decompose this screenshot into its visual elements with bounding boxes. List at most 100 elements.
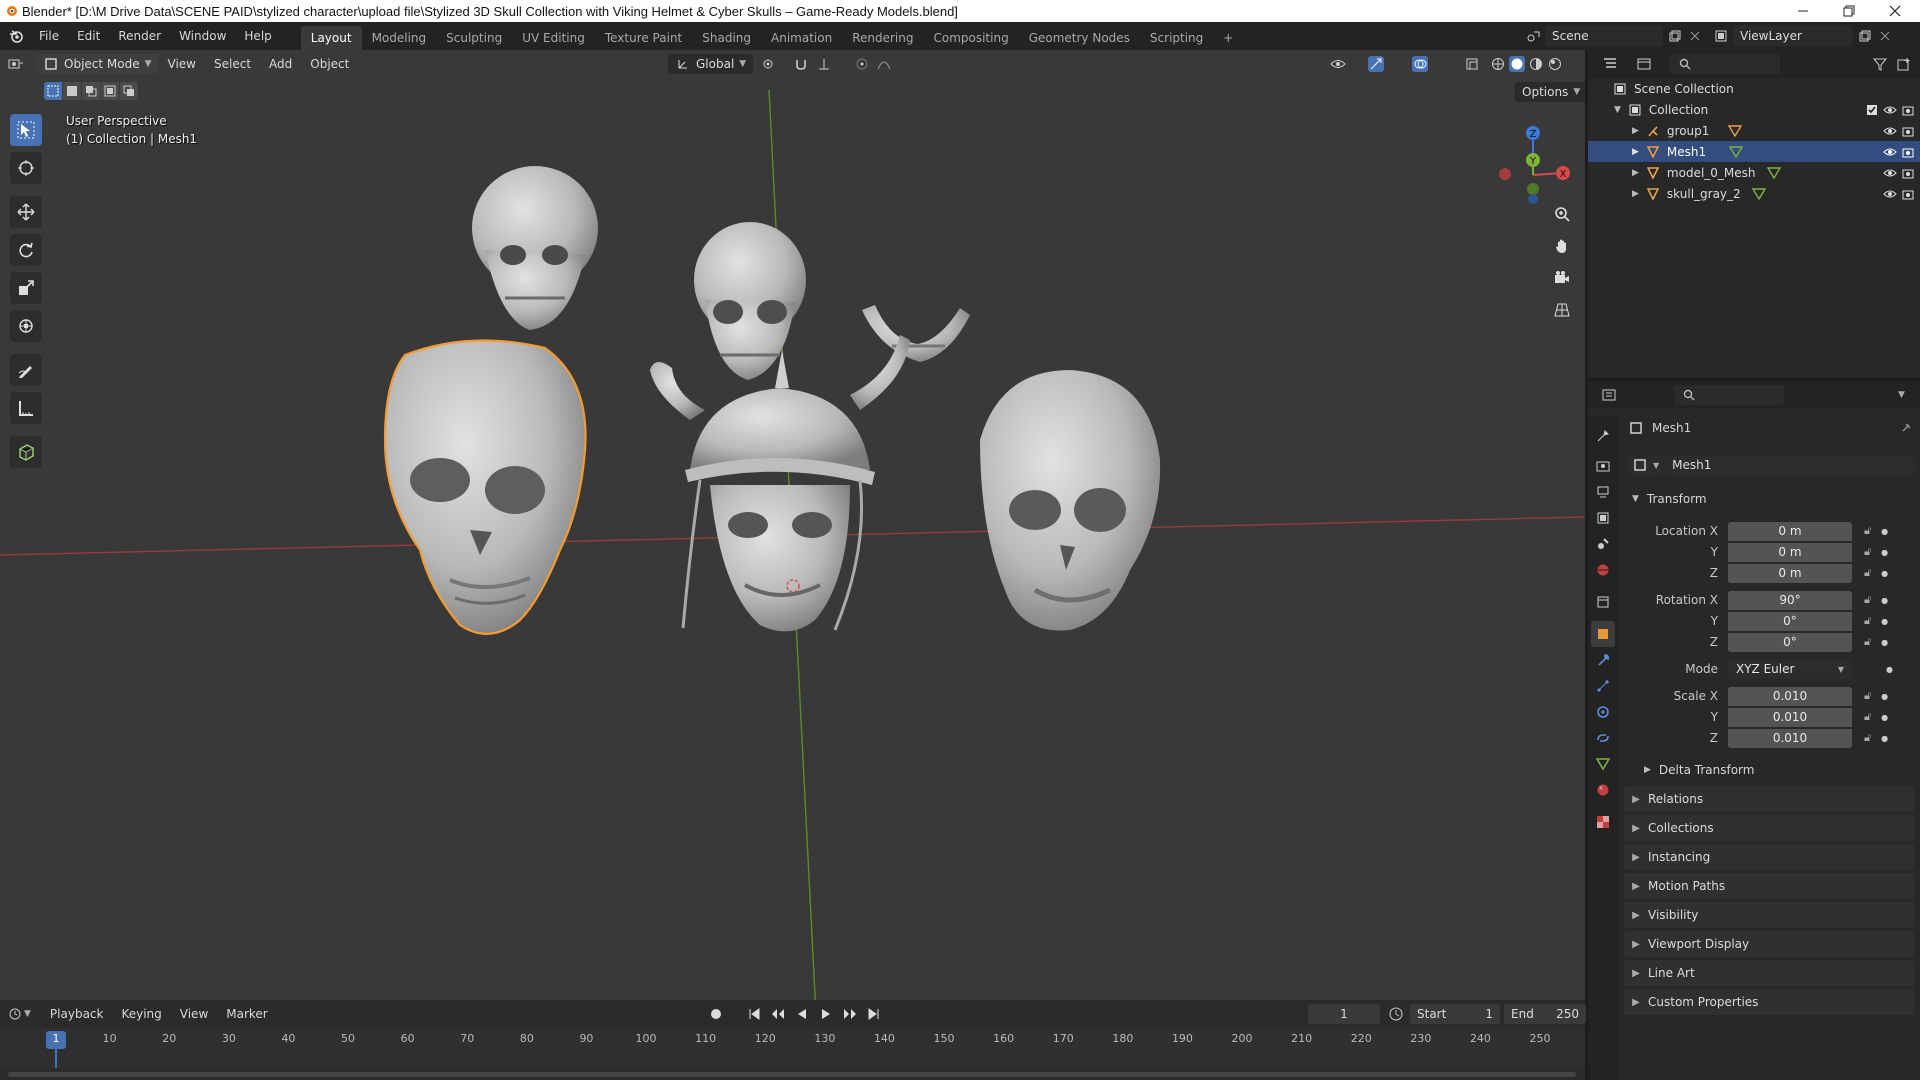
- add-workspace-button[interactable]: +: [1213, 26, 1243, 50]
- jump-keyframe-back-icon[interactable]: [770, 1006, 786, 1022]
- end-frame-field[interactable]: End 250: [1504, 1004, 1586, 1024]
- rotation-z-field[interactable]: 0°: [1728, 632, 1852, 652]
- zoom-button[interactable]: [1548, 200, 1576, 228]
- blender-menu-icon[interactable]: [8, 28, 24, 44]
- tool-transform[interactable]: [10, 310, 42, 342]
- outliner-item-model-0-mesh[interactable]: ▶ model_0_Mesh: [1588, 162, 1920, 183]
- tool-move[interactable]: [10, 196, 42, 228]
- tab-material[interactable]: [1591, 777, 1615, 803]
- restore-button[interactable]: [1826, 0, 1872, 22]
- keyframe-dot-icon[interactable]: ●: [1881, 596, 1888, 605]
- editor-type-icon[interactable]: [8, 56, 24, 72]
- minimize-button[interactable]: [1780, 0, 1826, 22]
- tab-constraints[interactable]: [1591, 725, 1615, 751]
- relations-panel[interactable]: ▶ Relations: [1624, 786, 1914, 812]
- instancing-panel[interactable]: ▶ Instancing: [1624, 844, 1914, 870]
- timeline-menu-view[interactable]: View: [171, 1000, 217, 1028]
- scale-x-field[interactable]: 0.010: [1728, 686, 1852, 706]
- overlays-toggle-icon[interactable]: [1412, 56, 1428, 72]
- menu-edit[interactable]: Edit: [68, 22, 109, 50]
- remove-scene-icon[interactable]: [1687, 28, 1703, 44]
- skull-right[interactable]: [980, 370, 1161, 631]
- select-intersect-icon[interactable]: [120, 82, 138, 100]
- menu-window[interactable]: Window: [170, 22, 235, 50]
- preview-range-icon[interactable]: [1388, 1006, 1404, 1022]
- remove-view-layer-icon[interactable]: [1877, 28, 1893, 44]
- transform-orientation-dropdown[interactable]: Global ▼: [668, 54, 754, 74]
- tool-measure[interactable]: [10, 392, 42, 424]
- play-reverse-icon[interactable]: [794, 1006, 810, 1022]
- navigation-gizmo[interactable]: Z X Y: [1485, 115, 1575, 205]
- xray-toggle-icon[interactable]: [1464, 56, 1480, 72]
- rotation-y-field[interactable]: 0°: [1728, 611, 1852, 631]
- filter-icon[interactable]: [1872, 56, 1888, 72]
- tab-sculpting[interactable]: Sculpting: [436, 26, 512, 50]
- solid-shading-icon[interactable]: [1509, 56, 1525, 72]
- tab-object[interactable]: [1591, 621, 1615, 647]
- line-art-panel[interactable]: ▶ Line Art: [1624, 960, 1914, 986]
- menu-render[interactable]: Render: [109, 22, 170, 50]
- 3d-viewport[interactable]: Object Mode ▼ View Select Add Object Glo…: [0, 50, 1585, 1054]
- keyframe-dot-icon[interactable]: ●: [1881, 527, 1888, 536]
- keyframe-dot-icon[interactable]: ●: [1881, 617, 1888, 626]
- scene-selector[interactable]: Scene: [1545, 26, 1663, 46]
- outliner-scene-collection[interactable]: Scene Collection: [1588, 78, 1920, 99]
- select-subtract-icon[interactable]: [82, 82, 100, 100]
- object-name-field[interactable]: Mesh1: [1665, 455, 1916, 475]
- tab-output[interactable]: [1591, 479, 1615, 505]
- rendered-shading-icon[interactable]: [1547, 56, 1563, 72]
- camera-render-icon[interactable]: [1900, 102, 1916, 118]
- tab-scene[interactable]: [1591, 531, 1615, 557]
- include-checkbox-icon[interactable]: [1864, 102, 1880, 118]
- tab-layout[interactable]: Layout: [300, 26, 362, 50]
- proportional-editing-icon[interactable]: [854, 56, 870, 72]
- start-frame-field[interactable]: Start 1: [1410, 1004, 1500, 1024]
- material-shading-icon[interactable]: [1528, 56, 1544, 72]
- snap-target-icon[interactable]: [816, 56, 832, 72]
- snap-icon[interactable]: [793, 56, 809, 72]
- outliner-editor-icon[interactable]: [1602, 56, 1618, 72]
- eye-icon[interactable]: [1882, 144, 1898, 160]
- lock-icon[interactable]: 🔓︎: [1864, 566, 1871, 580]
- camera-view-button[interactable]: [1548, 264, 1576, 292]
- menu-help[interactable]: Help: [235, 22, 280, 50]
- eye-icon[interactable]: [1882, 186, 1898, 202]
- tab-physics[interactable]: [1591, 699, 1615, 725]
- expand-arrow-icon[interactable]: ▶: [1632, 147, 1639, 157]
- scene-icon[interactable]: [1525, 28, 1541, 44]
- outliner-item-skull-gray-2[interactable]: ▶ skull_gray_2: [1588, 183, 1920, 204]
- viewport-menu-object[interactable]: Object: [301, 50, 358, 78]
- motion-paths-panel[interactable]: ▶ Motion Paths: [1624, 873, 1914, 899]
- pin-icon[interactable]: [1898, 420, 1914, 436]
- tab-rendering[interactable]: Rendering: [842, 26, 923, 50]
- lock-icon[interactable]: 🔓︎: [1864, 731, 1871, 745]
- tab-data[interactable]: [1591, 751, 1615, 777]
- tab-modifiers[interactable]: [1591, 647, 1615, 673]
- tool-add-cube[interactable]: [10, 436, 42, 468]
- viewport-menu-select[interactable]: Select: [205, 50, 260, 78]
- visibility-panel[interactable]: ▶ Visibility: [1624, 902, 1914, 928]
- location-z-field[interactable]: 0 m: [1728, 563, 1852, 583]
- expand-arrow-icon[interactable]: ▶: [1632, 168, 1639, 178]
- auto-keying-icon[interactable]: [708, 1006, 724, 1022]
- lock-icon[interactable]: 🔓︎: [1864, 593, 1871, 607]
- tab-particles[interactable]: [1591, 673, 1615, 699]
- jump-end-icon[interactable]: [866, 1006, 882, 1022]
- keyframe-dot-icon[interactable]: ●: [1881, 638, 1888, 647]
- viewport-display-panel[interactable]: ▶ Viewport Display: [1624, 931, 1914, 957]
- expand-arrow-icon[interactable]: ▶: [1632, 189, 1639, 199]
- properties-editor-icon[interactable]: [1602, 387, 1618, 403]
- keyframe-dot-icon[interactable]: ●: [1881, 692, 1888, 701]
- keyframe-dot-icon[interactable]: ●: [1881, 569, 1888, 578]
- lock-icon[interactable]: 🔓︎: [1864, 545, 1871, 559]
- visibility-selectability-icon[interactable]: [1330, 56, 1346, 72]
- timeline-menu-playback[interactable]: Playback: [41, 1000, 113, 1028]
- rotation-mode-dropdown[interactable]: XYZ Euler ▼: [1728, 659, 1852, 679]
- copy-scene-icon[interactable]: [1667, 28, 1683, 44]
- outliner-collection[interactable]: ▼ Collection: [1588, 99, 1920, 120]
- delta-transform-panel[interactable]: ▶ Delta Transform: [1644, 759, 1754, 781]
- outliner-item-group1[interactable]: ▶ group1: [1588, 120, 1920, 141]
- custom-properties-panel[interactable]: ▶ Custom Properties: [1624, 989, 1914, 1015]
- lock-icon[interactable]: 🔓︎: [1864, 710, 1871, 724]
- tool-rotate[interactable]: [10, 234, 42, 266]
